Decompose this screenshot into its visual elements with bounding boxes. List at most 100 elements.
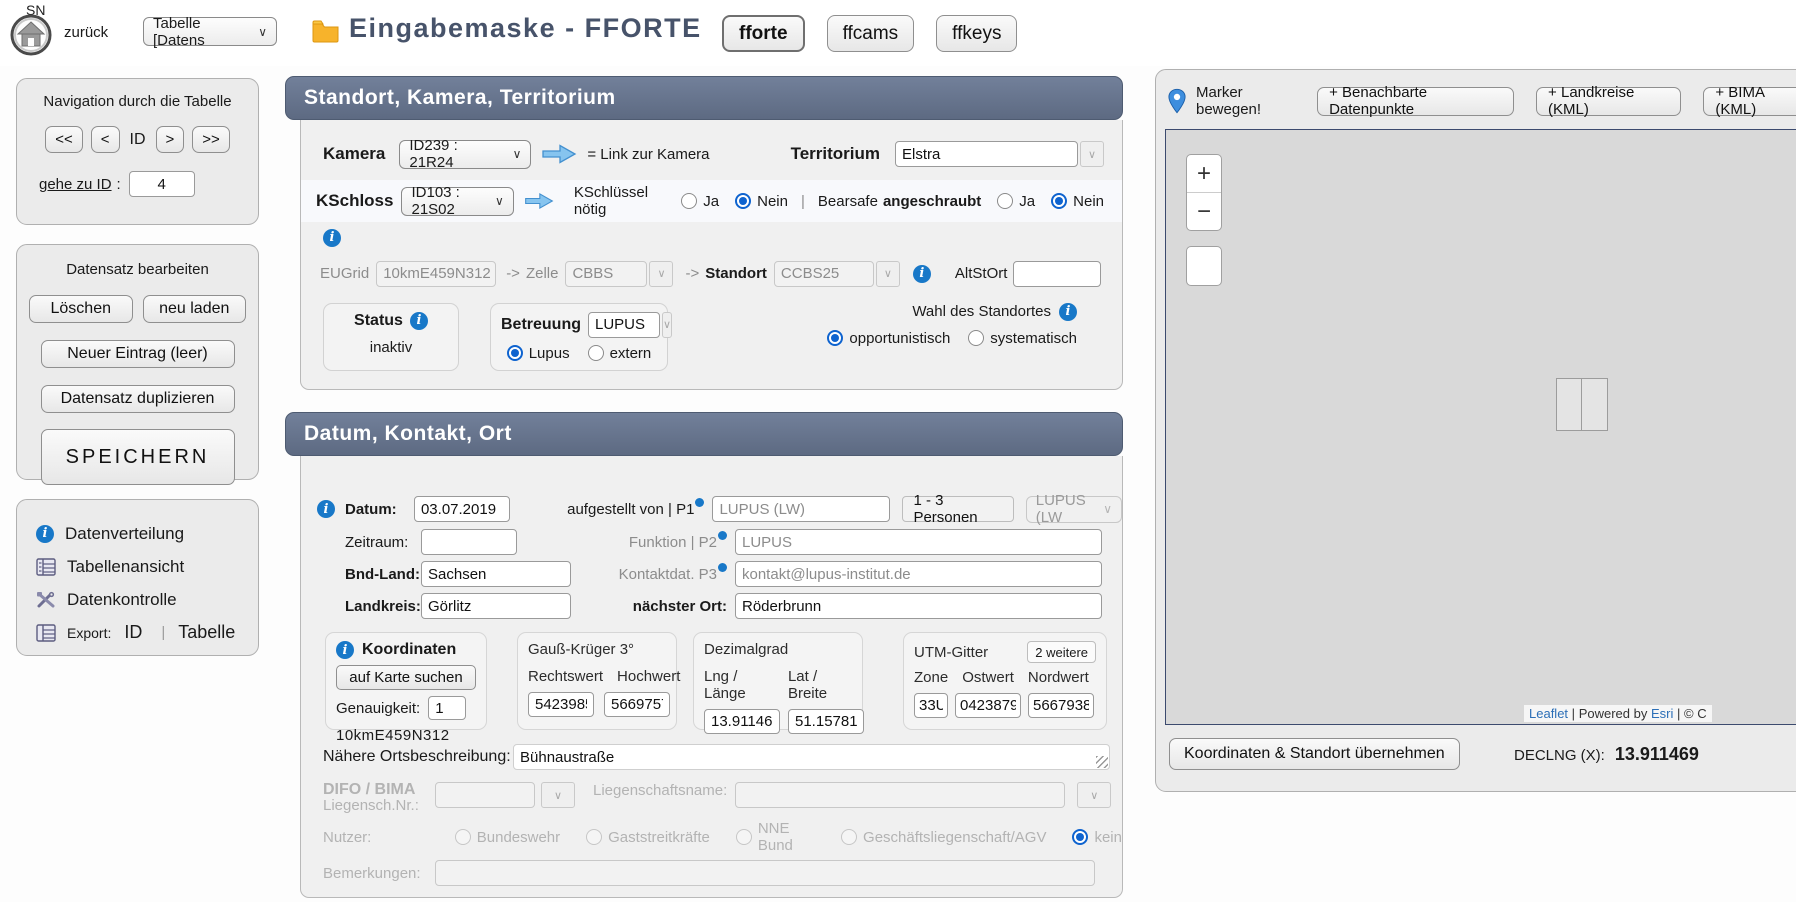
personen-button[interactable]: 1 - 3 Personen bbox=[902, 496, 1013, 522]
home-icon[interactable] bbox=[9, 13, 53, 57]
bemerkungen-label: Bemerkungen: bbox=[323, 865, 435, 882]
utm-col-zone: Zone bbox=[914, 669, 948, 686]
info-icon[interactable] bbox=[323, 229, 341, 247]
kamera-select[interactable]: ID239 : 21R24 ∨ bbox=[399, 140, 531, 169]
landkreise-kml-button[interactable]: + Landkreise (KML) bbox=[1536, 87, 1681, 116]
utm-col-nordwert: Nordwert bbox=[1028, 669, 1089, 686]
last-record-button[interactable]: >> bbox=[192, 126, 230, 153]
p1-input[interactable] bbox=[712, 496, 890, 522]
ffkeys-button[interactable]: ffkeys bbox=[936, 15, 1017, 52]
utm-nordwert-input[interactable] bbox=[1028, 693, 1094, 718]
export-separator: | bbox=[161, 624, 165, 641]
ort-label: nächster Ort: bbox=[559, 598, 727, 615]
tabellenansicht-link[interactable]: Tabellenansicht bbox=[36, 550, 258, 583]
prev-record-button[interactable]: < bbox=[91, 126, 120, 153]
table-select[interactable]: Tabelle [Datens ∨ bbox=[143, 17, 277, 46]
bearsafe-nein-radio[interactable] bbox=[1051, 193, 1067, 209]
kschloss-row: KSchloss ID103 : 21S02 ∨ KSchlüssel nöti… bbox=[301, 180, 1122, 222]
kschloss-select[interactable]: ID103 : 21S02 ∨ bbox=[401, 187, 513, 216]
link-arrow-icon[interactable] bbox=[541, 143, 577, 165]
link-arrow-icon[interactable] bbox=[524, 191, 554, 211]
ort-input[interactable] bbox=[735, 593, 1102, 619]
kschloss-label: KSchloss bbox=[316, 191, 393, 211]
kschluessel-nein-radio[interactable] bbox=[735, 193, 751, 209]
betreuung-input[interactable] bbox=[588, 312, 660, 338]
export-id-link[interactable]: ID bbox=[124, 622, 142, 643]
goto-id-link[interactable]: gehe zu ID bbox=[39, 176, 112, 193]
p2-label: Funktion | P2 bbox=[559, 534, 727, 551]
bndland-input[interactable] bbox=[421, 561, 571, 587]
zeitraum-input[interactable] bbox=[421, 529, 517, 555]
dg-title: Dezimalgrad bbox=[704, 641, 852, 658]
altstort-input[interactable] bbox=[1013, 261, 1101, 287]
bearsafe-nein-label: Nein bbox=[1073, 193, 1104, 210]
info-icon[interactable] bbox=[1059, 303, 1077, 321]
first-record-button[interactable]: << bbox=[45, 126, 83, 153]
gaststreitkraefte-radio[interactable] bbox=[586, 829, 602, 845]
p3-input[interactable] bbox=[735, 561, 1102, 587]
reload-button[interactable]: neu laden bbox=[143, 295, 247, 323]
betreuung-extern-radio[interactable] bbox=[588, 345, 604, 361]
ffcams-button[interactable]: ffcams bbox=[827, 15, 915, 52]
eugrid-label: EUGrid bbox=[320, 265, 369, 282]
genauigkeit-input[interactable] bbox=[428, 696, 466, 720]
dg-lng-input[interactable] bbox=[704, 709, 780, 734]
bearsafe-ja-radio[interactable] bbox=[997, 193, 1013, 209]
landkreis-input[interactable] bbox=[421, 593, 571, 619]
bima-kml-button[interactable]: + BIMA (KML) bbox=[1703, 87, 1796, 116]
leaflet-link[interactable]: Leaflet bbox=[1529, 706, 1568, 721]
p2-input[interactable] bbox=[735, 529, 1102, 555]
goto-id-input[interactable] bbox=[129, 171, 195, 197]
map-layer-button[interactable] bbox=[1186, 246, 1222, 286]
systematisch-radio[interactable] bbox=[968, 330, 984, 346]
info-icon[interactable] bbox=[336, 641, 354, 659]
info-icon[interactable] bbox=[317, 500, 335, 518]
p3-label: Kontaktdat. P3 bbox=[559, 566, 727, 583]
kein-radio[interactable] bbox=[1072, 829, 1088, 845]
info-icon[interactable] bbox=[913, 265, 931, 283]
bundeswehr-radio[interactable] bbox=[455, 829, 471, 845]
ortsbeschreibung-input[interactable] bbox=[513, 744, 1110, 770]
karte-suchen-button[interactable]: auf Karte suchen bbox=[336, 665, 476, 690]
betreuung-lupus-radio[interactable] bbox=[507, 345, 523, 361]
datenverteilung-link[interactable]: Datenverteilung bbox=[36, 517, 258, 550]
save-button[interactable]: SPEICHERN bbox=[41, 429, 235, 485]
utm-ostwert-input[interactable] bbox=[955, 693, 1021, 718]
nne-bund-radio[interactable] bbox=[736, 829, 752, 845]
resize-grip-icon[interactable] bbox=[1096, 756, 1108, 768]
esri-link[interactable]: Esri bbox=[1651, 706, 1673, 721]
gk-hochwert-input[interactable] bbox=[604, 692, 670, 717]
zoom-in-button[interactable]: + bbox=[1187, 155, 1221, 192]
datenkontrolle-link[interactable]: Datenkontrolle bbox=[36, 583, 258, 616]
zoom-out-button[interactable]: − bbox=[1187, 192, 1221, 230]
new-entry-button[interactable]: Neuer Eintrag (leer) bbox=[41, 340, 235, 368]
opportunistisch-radio[interactable] bbox=[827, 330, 843, 346]
delete-button[interactable]: Löschen bbox=[29, 295, 133, 323]
kschluessel-label: KSchlüssel nötig bbox=[574, 184, 665, 218]
datum-input[interactable] bbox=[414, 496, 510, 522]
duplicate-record-button[interactable]: Datensatz duplizieren bbox=[41, 385, 235, 413]
kschluessel-ja-radio[interactable] bbox=[681, 193, 697, 209]
zeitraum-label: Zeitraum: bbox=[345, 534, 421, 551]
liegensch-dropdown-button: ∨ bbox=[541, 782, 575, 808]
info-icon[interactable] bbox=[410, 312, 428, 330]
map-pin-icon bbox=[1168, 88, 1186, 114]
utm-more-button[interactable]: 2 weitere bbox=[1027, 641, 1096, 663]
map-attribution: Leaflet | Powered by Esri | © C bbox=[1524, 705, 1712, 722]
fforte-button[interactable]: fforte bbox=[722, 15, 805, 52]
gk-rechtswert-input[interactable] bbox=[528, 692, 594, 717]
difo-bima-label: DIFO / BIMA bbox=[323, 782, 435, 798]
export-tabelle-link[interactable]: Tabelle bbox=[178, 622, 235, 643]
territorium-input[interactable] bbox=[895, 141, 1078, 167]
dg-lat-input[interactable] bbox=[788, 709, 864, 734]
opportunistisch-label: opportunistisch bbox=[849, 330, 950, 347]
liegenschaftsname-input bbox=[735, 782, 1065, 808]
next-record-button[interactable]: > bbox=[156, 126, 185, 153]
benachbarte-datenpunkte-button[interactable]: + Benachbarte Datenpunkte bbox=[1317, 87, 1514, 116]
back-link[interactable]: zurück bbox=[64, 24, 108, 41]
map-canvas[interactable]: + − Leaflet | Powered by Esri | © C bbox=[1165, 129, 1796, 725]
utm-zone-input[interactable] bbox=[914, 693, 948, 718]
apply-coordinates-button[interactable]: Koordinaten & Standort übernehmen bbox=[1169, 738, 1460, 770]
territorium-dropdown-button[interactable]: ∨ bbox=[1080, 141, 1104, 167]
geschaeftsliegenschaft-radio[interactable] bbox=[841, 829, 857, 845]
